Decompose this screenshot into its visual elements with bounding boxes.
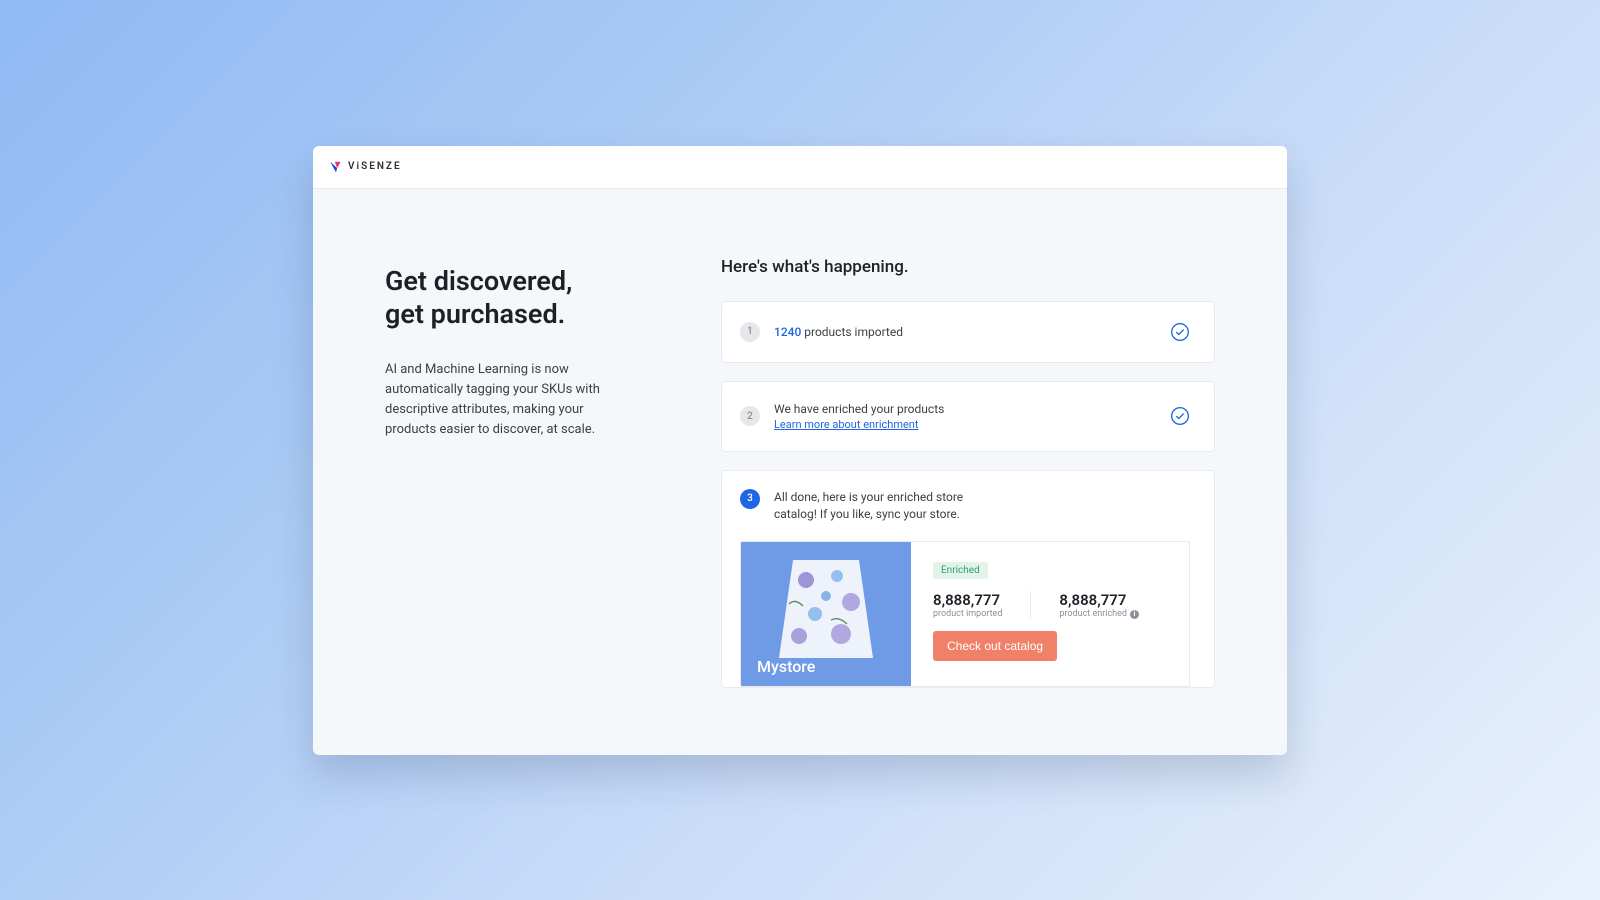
step-card-2: 2 We have enriched your products Learn m… (721, 381, 1215, 452)
checkmark-icon (1170, 322, 1190, 342)
catalog-thumbnail: Mystore (741, 542, 911, 686)
headline: Get discovered, get purchased. (385, 265, 665, 333)
product-image-icon (771, 556, 881, 662)
step-badge-2: 2 (740, 406, 760, 426)
stat-imported-label: product imported (933, 609, 1002, 619)
step-card-1: 1 1240 products imported (721, 301, 1215, 363)
enrichment-learn-more-link[interactable]: Learn more about enrichment (774, 418, 1156, 431)
brand-logo-lockup: ViSENZE (329, 160, 402, 174)
app-window: ViSENZE Get discovered, get purchased. A… (313, 146, 1287, 755)
step-1-text: 1240 products imported (774, 325, 1156, 339)
imported-label: products imported (801, 325, 903, 339)
brand-name: ViSENZE (348, 161, 402, 172)
step-badge-3: 3 (740, 489, 760, 509)
panel-heading: Here's what's happening. (721, 257, 1215, 277)
stat-enriched-label: product enriched i (1059, 609, 1139, 619)
imported-count: 1240 (774, 325, 801, 339)
step-card-3: 3 All done, here is your enriched store … (721, 470, 1215, 689)
info-icon[interactable]: i (1130, 610, 1139, 619)
stat-imported-value: 8,888,777 (933, 591, 1002, 609)
stat-imported: 8,888,777 product imported (933, 591, 1030, 619)
intro-subtext: AI and Machine Learning is now automatic… (385, 360, 635, 441)
store-name: Mystore (741, 657, 815, 676)
catalog-stats: 8,888,777 product imported 8,888,777 pro… (933, 591, 1167, 619)
checkmark-icon (1170, 406, 1190, 426)
stat-enriched-value: 8,888,777 (1059, 591, 1139, 609)
step-3-text: All done, here is your enriched store ca… (774, 489, 984, 524)
brand-logo-icon (329, 160, 343, 174)
content-area: Get discovered, get purchased. AI and Ma… (313, 189, 1287, 755)
status-badge: Enriched (933, 562, 988, 579)
catalog-card: Mystore Enriched 8,888,777 product impor… (740, 541, 1190, 687)
progress-panel: Here's what's happening. 1 1240 products… (721, 249, 1215, 715)
intro-panel: Get discovered, get purchased. AI and Ma… (385, 249, 665, 715)
step-2-text: We have enriched your products (774, 402, 1156, 416)
catalog-details: Enriched 8,888,777 product imported 8,88… (911, 542, 1189, 686)
check-out-catalog-button[interactable]: Check out catalog (933, 631, 1057, 661)
topbar: ViSENZE (313, 146, 1287, 189)
stat-enriched: 8,888,777 product enriched i (1030, 591, 1167, 619)
step-badge-1: 1 (740, 322, 760, 342)
